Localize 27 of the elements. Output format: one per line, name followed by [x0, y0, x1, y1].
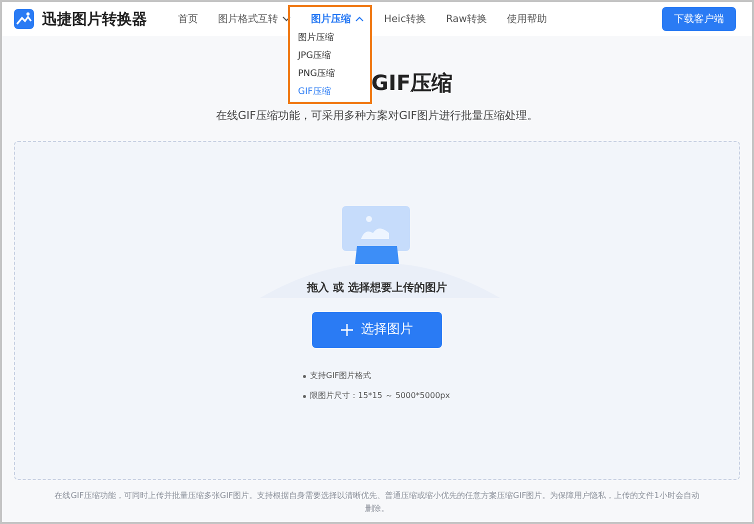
page-subtitle: 在线GIF压缩功能，可采用多种方案对GIF图片进行批量压缩处理。 [216, 108, 538, 124]
footer-text: 在线GIF压缩功能，可同时上传并批量压缩多张GIF图片。支持根据自身需要选择以清晰优先、普通压缩或缩小优先的任意方案压缩GIF图片。为保障用户隐私，上传的文件1小时会自动删除。 [54, 490, 700, 514]
dropdown-item[interactable]: PNG压缩 [298, 65, 362, 83]
dropdown-item[interactable]: GIF压缩 [298, 83, 362, 101]
page-title: GIF压缩 [371, 70, 453, 96]
download-client-button[interactable]: 下载客户端 [662, 7, 736, 31]
nav-link[interactable]: 使用帮助 [507, 12, 547, 26]
nav-link[interactable]: Heic转换 [384, 12, 426, 26]
nav-link[interactable]: 图片压缩 [311, 12, 364, 26]
app-logo-text: 迅捷图片转换器 [42, 8, 147, 30]
upload-prompt: 拖入 或 选择想要上传的图片 [307, 280, 447, 296]
chevron-up-icon [355, 16, 364, 22]
upload-area[interactable]: 拖入 或 选择想要上传的图片 选择图片 支持GIF图片格式 限图片尺寸：15*15 ～ 5000*5000px [14, 140, 740, 480]
logo-icon [14, 9, 34, 29]
chevron-down-icon [282, 16, 291, 22]
upload-note: 限图片尺寸：15*15 ～ 5000*5000px [310, 390, 450, 402]
picture-upload-icon [341, 206, 413, 266]
upload-note: 支持GIF图片格式 [310, 370, 372, 382]
select-image-button[interactable]: 选择图片 [312, 312, 442, 348]
bullet-icon [303, 394, 306, 398]
dropdown-item[interactable]: 图片压缩 [298, 29, 362, 47]
plus-icon [341, 324, 353, 336]
bullet-icon [303, 374, 306, 378]
dropdown-item[interactable]: JPG压缩 [298, 47, 362, 65]
nav-link[interactable]: 图片格式互转 [218, 12, 291, 26]
nav-link[interactable]: Raw转换 [446, 12, 487, 26]
nav-link[interactable]: 首页 [178, 12, 198, 26]
